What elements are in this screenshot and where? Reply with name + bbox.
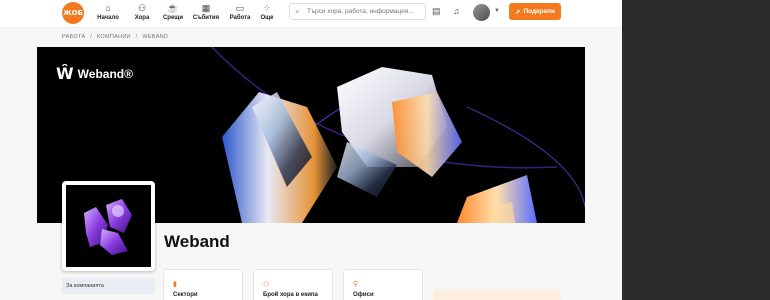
people-icon: ⚇ bbox=[137, 3, 147, 13]
breadcrumb-current: WEBAND bbox=[142, 34, 169, 40]
nav-item-home[interactable]: ⌂ Начало bbox=[92, 2, 124, 22]
team-icon: ⚇ bbox=[263, 281, 270, 288]
company-name: Weband bbox=[164, 232, 230, 251]
banner-brand-logo: Ŵ Weband® bbox=[56, 64, 133, 83]
nav-label: Събития bbox=[192, 15, 220, 21]
site-logo[interactable]: ЖОБ bbox=[62, 2, 84, 24]
breadcrumb-separator: / bbox=[90, 34, 93, 40]
calendar-icon: ▦ bbox=[201, 3, 211, 13]
chevron-down-icon[interactable]: ▼ bbox=[494, 8, 500, 14]
card-label: Брой хора в екипа bbox=[263, 292, 318, 298]
page: ЖОБ ⌂ Начало ⚇ Хора ☕ Срещи ▦ Събития ▭ … bbox=[0, 0, 622, 300]
info-card-offices: ⚲ Офиси bbox=[343, 269, 423, 300]
dark-side-panel bbox=[622, 0, 770, 300]
nav-item-meetings[interactable]: ☕ Срещи bbox=[157, 2, 189, 22]
promo-card bbox=[433, 289, 561, 300]
nav-label: Срещи bbox=[162, 15, 184, 21]
breadcrumb-separator: / bbox=[135, 34, 138, 40]
nav-item-more[interactable]: ⁘ Още bbox=[251, 2, 283, 22]
search-box[interactable]: ⌕ bbox=[289, 3, 426, 20]
info-card-sectors: ▮ Сектори bbox=[163, 269, 243, 300]
nav-label: Начало bbox=[97, 15, 119, 21]
company-logo-image bbox=[66, 185, 151, 267]
breadcrumb-jobs[interactable]: РАБОТА bbox=[62, 34, 85, 40]
search-input[interactable] bbox=[307, 6, 422, 17]
search-icon: ⌕ bbox=[295, 7, 300, 16]
breadcrumb: РАБОТА / КОМПАНИИ / WEBAND bbox=[62, 34, 171, 40]
nav-label: Още bbox=[260, 15, 274, 21]
location-icon: ⚲ bbox=[353, 281, 359, 288]
nav-item-events[interactable]: ▦ Събития bbox=[190, 2, 222, 22]
weband-logo-icon: Ŵ bbox=[56, 64, 74, 83]
messages-icon[interactable]: ▤ bbox=[432, 6, 441, 17]
building-icon: ▮ bbox=[173, 281, 177, 288]
purple-logo-art bbox=[84, 199, 132, 255]
info-card-team-size: ⚇ Брой хора в екипа bbox=[253, 269, 333, 300]
banner-brand-text: Weband® bbox=[77, 66, 133, 81]
card-label: Сектори bbox=[173, 292, 198, 298]
user-avatar[interactable] bbox=[473, 4, 490, 21]
logo-text: ЖОБ bbox=[63, 9, 83, 17]
nav-label: Хора bbox=[134, 15, 150, 21]
home-icon: ⌂ bbox=[105, 3, 111, 13]
breadcrumb-companies[interactable]: КОМПАНИИ bbox=[97, 34, 131, 40]
top-navigation: ЖОБ ⌂ Начало ⚇ Хора ☕ Срещи ▦ Събития ▭ … bbox=[0, 0, 622, 28]
support-label: Подкрепи bbox=[523, 8, 555, 15]
bell-icon[interactable]: ♫ bbox=[453, 6, 460, 16]
sidebar-tab-about[interactable]: За компанията bbox=[62, 278, 155, 294]
support-button[interactable]: ➚ Подкрепи bbox=[509, 3, 561, 20]
card-label: Офиси bbox=[353, 292, 374, 298]
company-logo bbox=[62, 181, 155, 271]
sidebar-tab-label: За компанията bbox=[66, 283, 104, 289]
rocket-icon: ➚ bbox=[515, 8, 521, 16]
coffee-icon: ☕ bbox=[167, 3, 179, 13]
nav-item-people[interactable]: ⚇ Хора bbox=[126, 2, 158, 22]
more-icon: ⁘ bbox=[263, 3, 271, 13]
